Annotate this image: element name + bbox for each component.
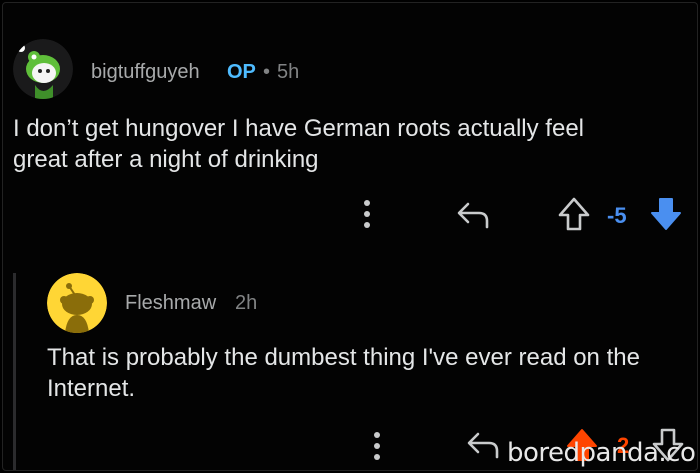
comment-body: That is probably the dumbest thing I've …	[47, 342, 640, 404]
comment-time: 5h	[277, 61, 300, 83]
reply-icon[interactable]	[465, 429, 501, 459]
comment-body: I don’t get hungover I have German roots…	[13, 113, 584, 175]
comment-body-line: great after a night of drinking	[13, 146, 319, 173]
meta-separator: •	[263, 61, 271, 83]
comment-username[interactable]: Fleshmaw	[125, 292, 216, 315]
reply-icon[interactable]	[455, 199, 491, 229]
comment-username[interactable]: bigtuffguyeh	[91, 61, 200, 84]
comment-thread: bigtuffguyeh OP • 5h I don’t get hungove…	[2, 2, 698, 471]
snoo-avatar-icon[interactable]	[13, 39, 73, 99]
comment-time: 2h	[235, 292, 258, 314]
comment-body-line: That is probably the dumbest thing I've …	[47, 344, 640, 371]
op-badge: OP	[227, 61, 256, 83]
more-options-icon[interactable]	[369, 429, 385, 463]
default-avatar-icon[interactable]	[47, 273, 107, 333]
thread-line[interactable]	[13, 273, 16, 470]
downvote-icon[interactable]	[649, 196, 683, 232]
upvote-icon[interactable]	[557, 196, 591, 232]
comment-body-line: Internet.	[47, 375, 136, 402]
comment-body-line: I don’t get hungover I have German roots…	[13, 115, 584, 142]
watermark: boredpanda.com	[507, 438, 697, 468]
more-options-icon[interactable]	[359, 197, 375, 231]
vote-score: -5	[607, 203, 627, 228]
